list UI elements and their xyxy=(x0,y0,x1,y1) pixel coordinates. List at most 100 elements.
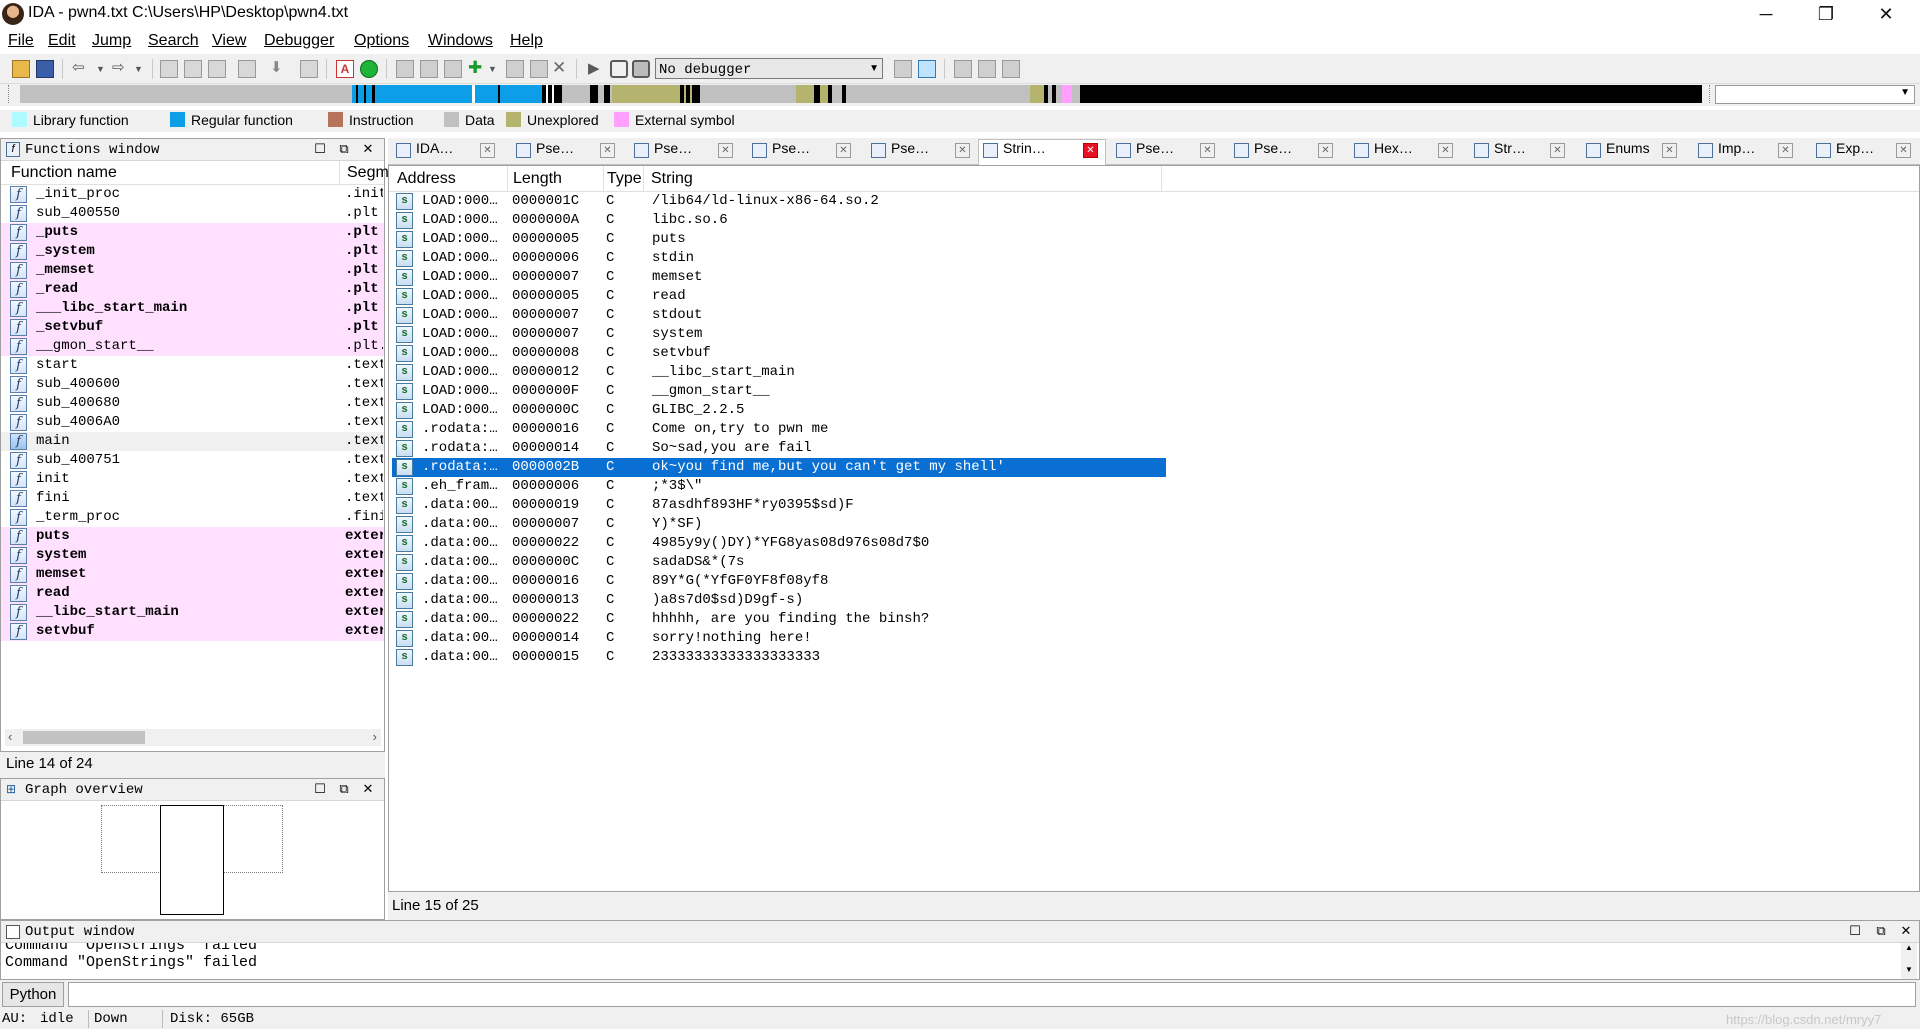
string-row[interactable]: s LOAD:000… 0000000A Clibc.so.6 xyxy=(392,211,1166,230)
close-tab-icon[interactable]: ✕ xyxy=(955,143,970,158)
menu-jump[interactable]: Jump xyxy=(92,32,131,50)
scroll-down-icon[interactable]: ▼ xyxy=(1905,965,1913,974)
navigation-band[interactable]: ▼ xyxy=(0,84,1920,106)
back-arrow-icon[interactable]: ⇦ xyxy=(72,60,90,78)
string-row[interactable]: s .data:00… 00000015 C 23333333333333333333 xyxy=(392,648,1166,667)
tab-imports[interactable]: Imp… ✕ xyxy=(1694,140,1802,164)
string-row[interactable]: s .data:00… 0000000C CsadaDS&*(7s xyxy=(392,553,1166,572)
function-row[interactable]: f setvbuf exter xyxy=(1,622,384,641)
command-input[interactable] xyxy=(68,982,1916,1007)
function-row[interactable]: f init .text xyxy=(1,470,384,489)
function-row[interactable]: f memset exter xyxy=(1,565,384,584)
restore-button[interactable]: ❐ xyxy=(1796,0,1856,30)
tab-pseudocode[interactable]: Pse… ✕ xyxy=(867,140,979,164)
float-pane-icon[interactable]: ⧉ xyxy=(335,141,353,157)
function-row[interactable]: f _setvbuf .plt xyxy=(1,318,384,337)
minimize-button[interactable]: ─ xyxy=(1736,0,1796,30)
string-row[interactable]: s .data:00… 00000013 C)a8s7d0$sd)D9gf-s) xyxy=(392,591,1166,610)
search-immediate-icon[interactable] xyxy=(208,60,226,78)
string-row[interactable]: s .rodata:… 00000016 C Come on,try to pwn me xyxy=(392,420,1166,439)
function-row[interactable]: f main .text xyxy=(1,432,384,451)
output-text[interactable]: Command "OpenStrings" failed Command "Op… xyxy=(1,943,1901,979)
string-row[interactable]: s .data:00… 00000016 C 89Y*G(*YfGF0YF8f08yf8 xyxy=(392,572,1166,591)
tab-pseudocode[interactable]: Pse… ✕ xyxy=(512,140,624,164)
string-row[interactable]: s LOAD:000… 0000000F C __gmon_start__ xyxy=(392,382,1166,401)
trace-icon[interactable] xyxy=(978,60,996,78)
string-row[interactable]: s LOAD:000… 0000000C C GLIBC_2.2.5 xyxy=(392,401,1166,420)
close-tab-icon[interactable]: ✕ xyxy=(1438,143,1453,158)
maximize-pane-icon[interactable]: ☐ xyxy=(311,141,329,157)
scroll-right-icon[interactable]: › xyxy=(373,729,377,744)
close-pane-icon[interactable]: ✕ xyxy=(359,781,377,797)
delete-x-icon[interactable]: ✕ xyxy=(552,59,570,78)
close-tab-icon[interactable]: ✕ xyxy=(718,143,733,158)
string-row[interactable]: s .data:00… 00000022 Chhhhh, are you findin… xyxy=(392,610,1166,629)
close-tab-icon[interactable]: ✕ xyxy=(1550,143,1565,158)
close-tab-icon[interactable]: ✕ xyxy=(480,143,495,158)
text-view-icon[interactable]: A xyxy=(336,60,354,78)
col-type[interactable]: Type xyxy=(607,170,642,188)
menu-debugger[interactable]: Debugger xyxy=(264,32,334,50)
function-row[interactable]: f _term_proc .fini xyxy=(1,508,384,527)
run-green-icon[interactable] xyxy=(360,60,378,78)
breakpoint-icon[interactable] xyxy=(954,60,972,78)
float-pane-icon[interactable]: ⧉ xyxy=(335,781,353,797)
col-segment[interactable]: Segm xyxy=(347,164,389,182)
col-string[interactable]: String xyxy=(651,170,693,188)
add-green-icon[interactable]: ✚ xyxy=(468,59,486,78)
graph-tool-5-icon[interactable] xyxy=(530,60,548,78)
horizontal-scrollbar[interactable]: ‹ › xyxy=(5,729,381,746)
function-row[interactable]: f _system .plt xyxy=(1,242,384,261)
tab-enums[interactable]: Enums ✕ xyxy=(1582,140,1686,164)
function-row[interactable]: f sub_400600 .text xyxy=(1,375,384,394)
graph-tool-3-icon[interactable] xyxy=(444,60,462,78)
forward-dropdown-icon[interactable]: ▼ xyxy=(134,60,152,78)
col-address[interactable]: Address xyxy=(397,170,456,188)
search-text-icon[interactable] xyxy=(160,60,178,78)
scrollbar-thumb[interactable] xyxy=(23,731,145,744)
string-row[interactable]: s LOAD:000… 00000008 Csetvbuf xyxy=(392,344,1166,363)
function-row[interactable]: f _read .plt xyxy=(1,280,384,299)
close-tab-icon[interactable]: ✕ xyxy=(1083,143,1098,158)
string-row[interactable]: s .data:00… 00000007 C Y)*SF) xyxy=(392,515,1166,534)
graph-tool-2-icon[interactable] xyxy=(420,60,438,78)
string-row[interactable]: s LOAD:000… 00000006 Cstdin xyxy=(392,249,1166,268)
output-scrollbar[interactable]: ▲ ▼ xyxy=(1901,943,1917,979)
tab-strings[interactable]: Strin… ✕ xyxy=(978,139,1106,165)
close-tab-icon[interactable]: ✕ xyxy=(1778,143,1793,158)
tab-hex-view[interactable]: Hex… ✕ xyxy=(1350,140,1462,164)
string-row[interactable]: s LOAD:000… 0000001C C/lib64/ld-linux-x86-6… xyxy=(392,192,1166,211)
function-row[interactable]: f sub_4006A0 .text xyxy=(1,413,384,432)
down-arrow-icon[interactable]: ⬇ xyxy=(270,60,288,78)
menu-file[interactable]: File xyxy=(8,32,34,50)
close-tab-icon[interactable]: ✕ xyxy=(836,143,851,158)
function-row[interactable]: f read exter xyxy=(1,584,384,603)
string-row[interactable]: s .rodata:… 00000014 C So~sad,you are fail xyxy=(392,439,1166,458)
navigation-strip[interactable] xyxy=(20,85,1702,103)
menu-search[interactable]: Search xyxy=(148,32,199,50)
debugger-select[interactable]: No debugger ▼ xyxy=(655,58,883,79)
menu-windows[interactable]: Windows xyxy=(428,32,493,50)
tab-ida-view[interactable]: IDA… ✕ xyxy=(392,140,504,164)
scroll-left-icon[interactable]: ‹ xyxy=(8,729,12,744)
string-row[interactable]: s .data:00… 00000014 Csorry!nothing here! xyxy=(392,629,1166,648)
graph-tool-1-icon[interactable] xyxy=(396,60,414,78)
pause-icon[interactable] xyxy=(610,60,628,78)
string-row[interactable]: s LOAD:000… 00000005 Cread xyxy=(392,287,1166,306)
menu-options[interactable]: Options xyxy=(354,32,409,50)
function-row[interactable]: f sub_400751 .text xyxy=(1,451,384,470)
string-row[interactable]: s LOAD:000… 00000007 Cstdout xyxy=(392,306,1166,325)
tab-pseudocode[interactable]: Pse… ✕ xyxy=(630,140,742,164)
function-row[interactable]: f sub_400550 .plt xyxy=(1,204,384,223)
function-row[interactable]: f fini .text xyxy=(1,489,384,508)
search-binary-icon[interactable] xyxy=(184,60,202,78)
close-tab-icon[interactable]: ✕ xyxy=(1200,143,1215,158)
debug-options-icon[interactable] xyxy=(894,60,912,78)
tab-exports[interactable]: Exp… ✕ xyxy=(1812,140,1920,164)
close-button[interactable]: ✕ xyxy=(1856,0,1916,30)
float-pane-icon[interactable]: ⧉ xyxy=(1872,923,1890,939)
function-row[interactable]: f _memset .plt xyxy=(1,261,384,280)
function-row[interactable]: f ___libc_start_main .plt xyxy=(1,299,384,318)
function-row[interactable]: f __gmon_start__ .plt. xyxy=(1,337,384,356)
scroll-up-icon[interactable]: ▲ xyxy=(1905,943,1913,952)
